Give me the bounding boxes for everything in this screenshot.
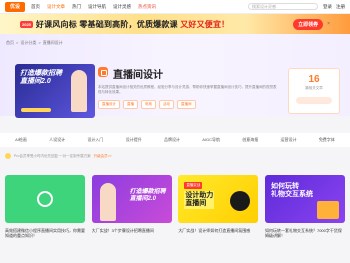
article-title[interactable]: 大厂实战！3个步骤设计招聘直播间 bbox=[92, 228, 172, 243]
close-icon[interactable]: × bbox=[327, 21, 330, 27]
breadcrumb-category[interactable]: 设计分类 bbox=[20, 40, 36, 46]
promo-banner[interactable]: 2025 好课风向标 零基础到高阶，优质爆款课 又好又便宜！ 立即领券 × bbox=[0, 14, 350, 34]
nav-links: 首页 设计文章 热门 设计导航 设计灵感 热点资讯 bbox=[31, 4, 156, 10]
breadcrumb: 首页 > 设计分类 > 直播间设计 bbox=[6, 40, 63, 46]
breadcrumb-current: 直播间设计 bbox=[42, 40, 63, 45]
promo-headline: 好课风向标 零基础到高阶，优质爆款课 又好又便宜！ bbox=[36, 19, 229, 30]
thumbnail-caption-line: 直播间2.0 bbox=[129, 196, 156, 202]
hero-title-line2: 直播间2.0 bbox=[20, 78, 51, 85]
article-title[interactable]: 大厂实战！设计师如何打造直播间氛围感 bbox=[178, 228, 258, 243]
category-icon bbox=[98, 67, 108, 77]
article-thumbnail[interactable]: 打造爆款招聘 直播间2.0 bbox=[91, 175, 172, 223]
category-description: 本站提供直播间设计相关的优质教程、经验分享与设计灵感，帮助你快速掌握直播间设计技… bbox=[98, 85, 277, 94]
breadcrumb-home[interactable]: 首页 bbox=[6, 40, 14, 46]
tag[interactable]: 电商 bbox=[141, 100, 156, 109]
thumbnail-caption: 打造爆款招聘 直播间2.0 bbox=[130, 189, 166, 203]
article-card[interactable]: 直播实战 设计助力 直播间 大厂实战！设计师如何打造直播间氛围感 bbox=[178, 175, 259, 243]
article-card[interactable]: 如何玩转 礼物交互系统 如何玩转一套礼物交互系统？7000字干货保姆级讲解！ bbox=[264, 175, 345, 243]
nav-link-hot[interactable]: 热门 bbox=[72, 4, 81, 10]
page-title: 直播间设计 bbox=[113, 70, 163, 81]
person-figure bbox=[99, 183, 116, 221]
tag[interactable]: 直播 bbox=[123, 100, 138, 109]
register-link[interactable]: 注册 bbox=[336, 4, 345, 10]
hero-title: 打造爆款招聘 直播间2.0 bbox=[20, 70, 62, 86]
subcat-item[interactable]: 人设设计 bbox=[49, 137, 65, 143]
subcat-item[interactable]: 设计入门 bbox=[87, 137, 103, 143]
thumbnail-caption-line: 设计助力 bbox=[185, 192, 214, 199]
tip-text: Pro会员享受小时内优先回复·一对一定制专属方案 bbox=[14, 153, 91, 158]
tiktok-icon bbox=[230, 191, 251, 211]
subcat-item[interactable]: AIGC导航 bbox=[202, 137, 220, 143]
article-grid: 高效搭建微信小程序直播间实用技巧，你需要知道的重点知识！ 打造爆款招聘 直播间2… bbox=[5, 175, 345, 243]
hero-title-line1: 打造爆款招聘 bbox=[20, 70, 62, 77]
crown-icon bbox=[5, 153, 11, 159]
thumbnail-badge: 直播实战 bbox=[184, 182, 203, 189]
subcat-item[interactable]: 运营设计 bbox=[281, 137, 297, 143]
breadcrumb-separator: > bbox=[38, 40, 41, 45]
article-card[interactable]: 高效搭建微信小程序直播间实用技巧，你需要知道的重点知识！ bbox=[5, 175, 85, 243]
promo-headline-c: 又好又便宜！ bbox=[180, 19, 230, 29]
article-count-label: 篇相关文章 bbox=[305, 86, 323, 90]
thumbnail-caption-line: 直播间 bbox=[185, 200, 207, 207]
login-link[interactable]: 登录 bbox=[323, 4, 332, 10]
tag[interactable]: 活动 bbox=[159, 100, 174, 109]
search-input[interactable]: 搜索设计灵感 bbox=[248, 3, 318, 10]
subcat-item[interactable]: 免费字体 bbox=[319, 137, 335, 143]
promo-headline-b: 零基础到高阶，优质爆款课 bbox=[79, 19, 178, 29]
thumbnail-caption: 设计助力 直播间 bbox=[184, 191, 215, 209]
subcat-item[interactable]: AI绘画 bbox=[15, 137, 27, 143]
article-title[interactable]: 高效搭建微信小程序直播间实用技巧，你需要知道的重点知识！ bbox=[5, 228, 85, 243]
promo-headline-a: 好课风向标 bbox=[35, 19, 77, 29]
article-title[interactable]: 如何玩转一套礼物交互系统？7000字干货保姆级讲解！ bbox=[265, 228, 345, 243]
nav-link-news[interactable]: 热点资讯 bbox=[138, 4, 156, 10]
tip-bar: Pro会员享受小时内优先回复·一对一定制专属方案 升级会员>> bbox=[5, 153, 112, 159]
tag[interactable]: 直播间 bbox=[177, 100, 196, 109]
nav-link-inspiration[interactable]: 设计灵感 bbox=[113, 4, 131, 10]
upgrade-link[interactable]: 升级会员>> bbox=[94, 154, 112, 159]
breadcrumb-separator: > bbox=[16, 40, 19, 45]
nav-link-articles[interactable]: 设计文章 bbox=[47, 4, 65, 10]
hero-accent-bar bbox=[21, 108, 51, 112]
top-nav: 优设 首页 设计文章 热门 设计导航 设计灵感 热点资讯 搜索设计灵感 登录 注… bbox=[0, 0, 350, 14]
auth-links: 登录 注册 bbox=[323, 4, 345, 10]
subcat-item[interactable]: 创意海报 bbox=[242, 137, 258, 143]
article-card[interactable]: 打造爆款招聘 直播间2.0 大厂实战！3个步骤设计招聘直播间 bbox=[91, 175, 172, 243]
gift-icon bbox=[316, 201, 339, 219]
article-count-card: 16 篇相关文章 bbox=[288, 68, 340, 114]
article-thumbnail[interactable]: 如何玩转 礼物交互系统 bbox=[264, 175, 345, 223]
promo-claim-button[interactable]: 立即领券 bbox=[293, 18, 324, 30]
nav-link-navigation[interactable]: 设计导航 bbox=[88, 4, 106, 10]
article-thumbnail[interactable]: 直播实战 设计助力 直播间 bbox=[178, 175, 259, 223]
subcat-item[interactable]: 设计提升 bbox=[126, 137, 142, 143]
hero-image: 打造爆款招聘 直播间2.0 bbox=[15, 64, 95, 118]
tag-list: 直播设计 直播 电商 活动 直播间 bbox=[98, 100, 196, 109]
subcategory-strip: AI绘画 人设设计 设计入门 设计提升 品牌设计 AIGC导航 创意海报 运营设… bbox=[0, 133, 350, 147]
site-logo[interactable]: 优设 bbox=[5, 1, 25, 12]
thumbnail-caption-line: 打造爆款招聘 bbox=[129, 189, 166, 195]
article-thumbnail[interactable] bbox=[5, 175, 85, 223]
hero-person-figure bbox=[71, 70, 87, 112]
thumbnail-caption-line: 礼物交互系统 bbox=[270, 191, 313, 198]
wechat-icon bbox=[37, 191, 53, 207]
article-count: 16 bbox=[308, 74, 320, 85]
promo-year-badge: 2025 bbox=[20, 20, 33, 28]
follow-button[interactable] bbox=[296, 97, 332, 104]
tag[interactable]: 直播设计 bbox=[98, 100, 120, 109]
thumbnail-caption: 如何玩转 礼物交互系统 bbox=[271, 183, 313, 199]
thumbnail-caption-line: 如何玩转 bbox=[270, 183, 299, 190]
nav-link-home[interactable]: 首页 bbox=[31, 4, 40, 10]
subcat-item[interactable]: 品牌设计 bbox=[164, 137, 180, 143]
